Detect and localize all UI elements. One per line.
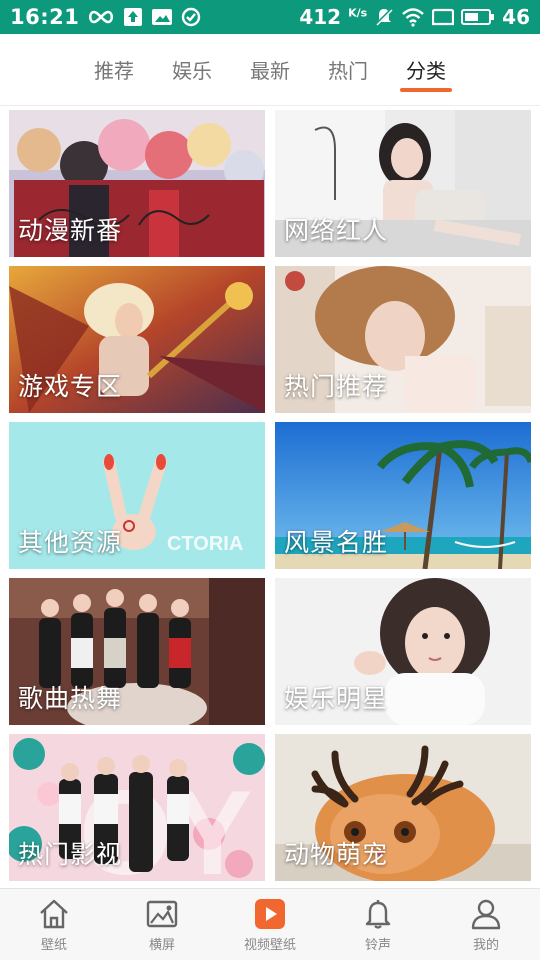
category-label: 游戏专区 — [18, 372, 123, 401]
image-icon — [146, 900, 178, 928]
mute-bell-icon — [374, 7, 394, 27]
network-speed: 412 K/s — [299, 5, 368, 29]
play-icon — [255, 899, 285, 929]
category-label: 其他资源 — [18, 528, 123, 557]
category-card-games[interactable]: 游戏专区 — [9, 266, 265, 413]
infinity-icon — [87, 9, 115, 25]
tab-entertainment[interactable]: 娱乐 — [170, 34, 214, 106]
category-card-pets[interactable]: 动物萌宠 — [275, 734, 531, 881]
tab-category[interactable]: 分类 — [400, 34, 452, 106]
category-card-celebrity[interactable]: 娱乐明星 — [275, 578, 531, 725]
svg-text:CTORIA: CTORIA — [167, 533, 243, 555]
screen-icon — [432, 8, 455, 26]
wifi-icon — [401, 7, 425, 27]
nav-mine[interactable]: 我的 — [432, 889, 540, 960]
category-card-influencer[interactable]: 网络红人 — [275, 110, 531, 257]
category-label: 热门影视 — [18, 840, 123, 869]
category-label: 网络红人 — [284, 216, 389, 245]
category-label: 动物萌宠 — [284, 840, 389, 869]
tab-latest[interactable]: 最新 — [248, 34, 292, 106]
category-card-scenery[interactable]: 风景名胜 — [275, 422, 531, 569]
bell-icon — [365, 900, 391, 929]
user-icon — [471, 899, 501, 930]
status-time: 16:21 — [10, 5, 80, 29]
home-icon — [40, 899, 68, 929]
nav-label: 铃声 — [364, 938, 391, 953]
tab-popular[interactable]: 热门 — [326, 34, 370, 106]
photo-icon — [151, 7, 173, 27]
top-tab-bar: 推荐 娱乐 最新 热门 分类 — [0, 34, 540, 106]
bottom-navigation: 壁纸 横屏 视频壁纸 铃声 我的 — [0, 888, 540, 960]
category-label: 动漫新番 — [18, 216, 123, 245]
nav-label: 横屏 — [148, 938, 175, 953]
nav-video-wallpaper[interactable]: 视频壁纸 — [216, 889, 324, 960]
status-bar: 16:21 412 K/s 46 — [0, 0, 540, 34]
category-card-movies[interactable]: OY 热门影视 — [9, 734, 265, 881]
battery-icon — [461, 8, 495, 26]
nav-label: 我的 — [472, 938, 499, 953]
category-card-anime[interactable]: 动漫新番 — [9, 110, 265, 257]
tab-recommend[interactable]: 推荐 — [92, 34, 136, 106]
category-label: 风景名胜 — [284, 528, 389, 557]
category-card-dance[interactable]: 歌曲热舞 — [9, 578, 265, 725]
nav-landscape[interactable]: 横屏 — [108, 889, 216, 960]
category-label: 娱乐明星 — [284, 684, 389, 713]
nav-wallpaper[interactable]: 壁纸 — [0, 889, 108, 960]
category-card-other[interactable]: CTORIA 其他资源 — [9, 422, 265, 569]
battery-level: 46 — [502, 5, 530, 29]
category-label: 热门推荐 — [284, 372, 389, 401]
nav-label: 壁纸 — [40, 938, 67, 953]
nav-label: 视频壁纸 — [243, 938, 296, 953]
category-card-hot[interactable]: 热门推荐 — [275, 266, 531, 413]
category-label: 歌曲热舞 — [18, 684, 123, 713]
upload-icon — [123, 7, 143, 27]
check-circle-icon — [181, 7, 201, 27]
nav-ringtone[interactable]: 铃声 — [324, 889, 432, 960]
